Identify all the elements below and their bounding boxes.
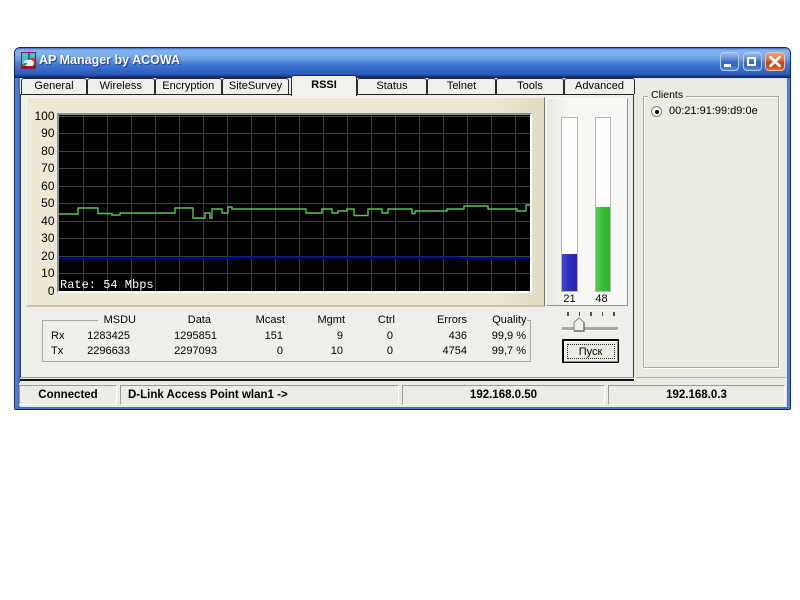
svg-text:Rate: 54 Mbps: Rate: 54 Mbps	[60, 278, 154, 291]
